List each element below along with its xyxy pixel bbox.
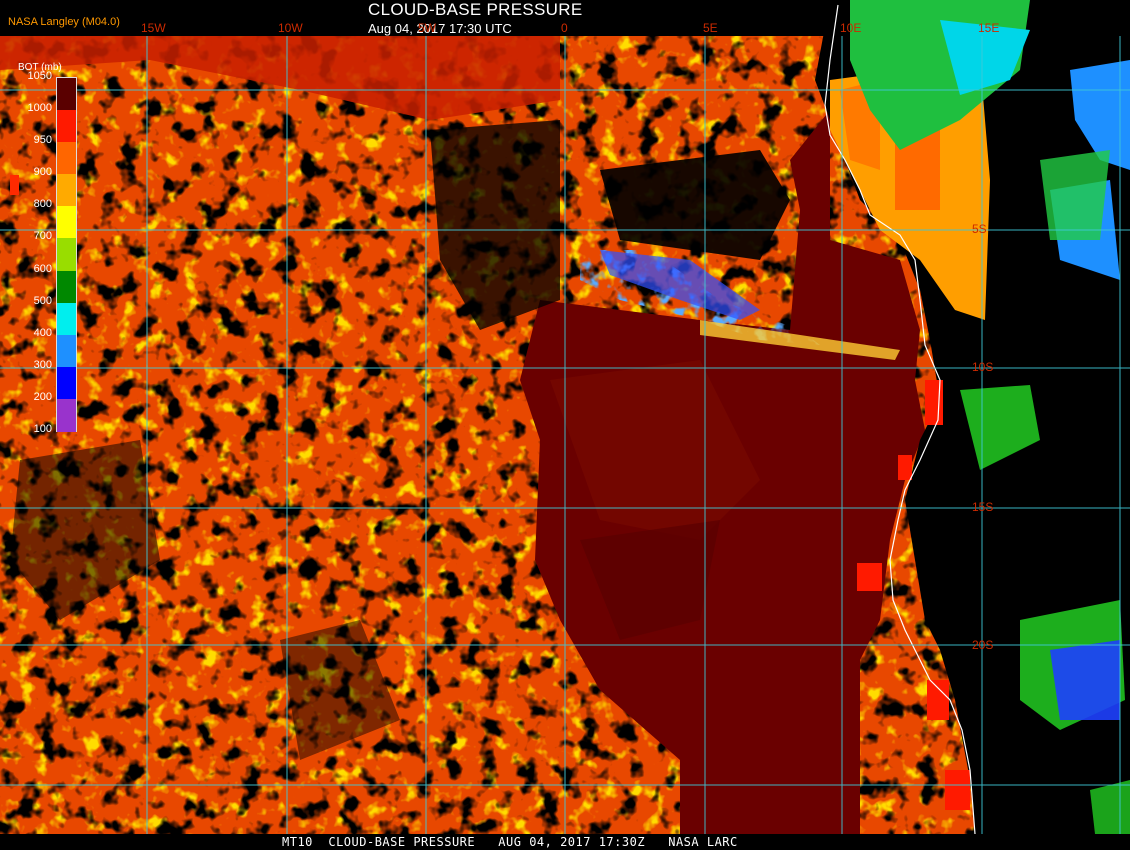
legend-swatch [57, 142, 76, 176]
legend-swatch [57, 206, 76, 240]
cloud-base-pressure-map [0, 0, 1130, 835]
lon-label-10e: 10E [840, 21, 862, 35]
legend-swatch [57, 366, 76, 400]
legend-tick-label: 1000 [27, 102, 52, 115]
legend-tick-label: 600 [33, 262, 52, 275]
legend-side-marker [10, 175, 19, 195]
legend-tick-label: 100 [33, 423, 52, 435]
legend-tick-label: 300 [33, 358, 52, 371]
legend-tick-label: 700 [33, 230, 52, 243]
legend-swatch [57, 398, 76, 432]
legend-swatch [57, 174, 76, 208]
legend-colorbar [56, 77, 77, 432]
lon-label-15e: 15E [978, 21, 1000, 35]
footer-bar: MT10 CLOUD-BASE PRESSURE AUG 04, 2017 17… [0, 834, 1130, 850]
legend-tick-label: 1050 [27, 70, 52, 82]
legend-tick-label: 800 [33, 198, 52, 211]
map-timestamp: Aug 04, 2017 17:30 UTC [368, 21, 512, 36]
legend-tick-label: 500 [33, 294, 52, 307]
legend-swatch [57, 238, 76, 272]
lat-label-20s: 20S [972, 638, 994, 652]
legend-swatch [57, 110, 76, 144]
lon-label-10w: 10W [278, 21, 303, 35]
lon-label-0: 0 [561, 21, 568, 35]
legend-tick-label: 200 [33, 390, 52, 403]
map-title: CLOUD-BASE PRESSURE [368, 0, 583, 19]
lon-label-5e: 5E [703, 21, 718, 35]
lat-label-10s: 10S [972, 360, 994, 374]
legend-swatch [57, 78, 76, 111]
legend-swatch [57, 302, 76, 336]
legend-tick-label: 400 [33, 326, 52, 339]
lat-label-5s: 5S [972, 222, 987, 236]
legend-swatch [57, 334, 76, 368]
credit-label: NASA Langley (M04.0) [8, 16, 120, 28]
lat-label-15s: 15S [972, 500, 994, 514]
lon-label-5w: 5W [418, 21, 436, 35]
lon-label-15w: 15W [141, 21, 166, 35]
legend-tick-label: 950 [33, 134, 52, 147]
footer-caption: MT10 CLOUD-BASE PRESSURE AUG 04, 2017 17… [282, 835, 738, 849]
legend-tick-label: 900 [33, 166, 52, 179]
legend-swatch [57, 270, 76, 304]
